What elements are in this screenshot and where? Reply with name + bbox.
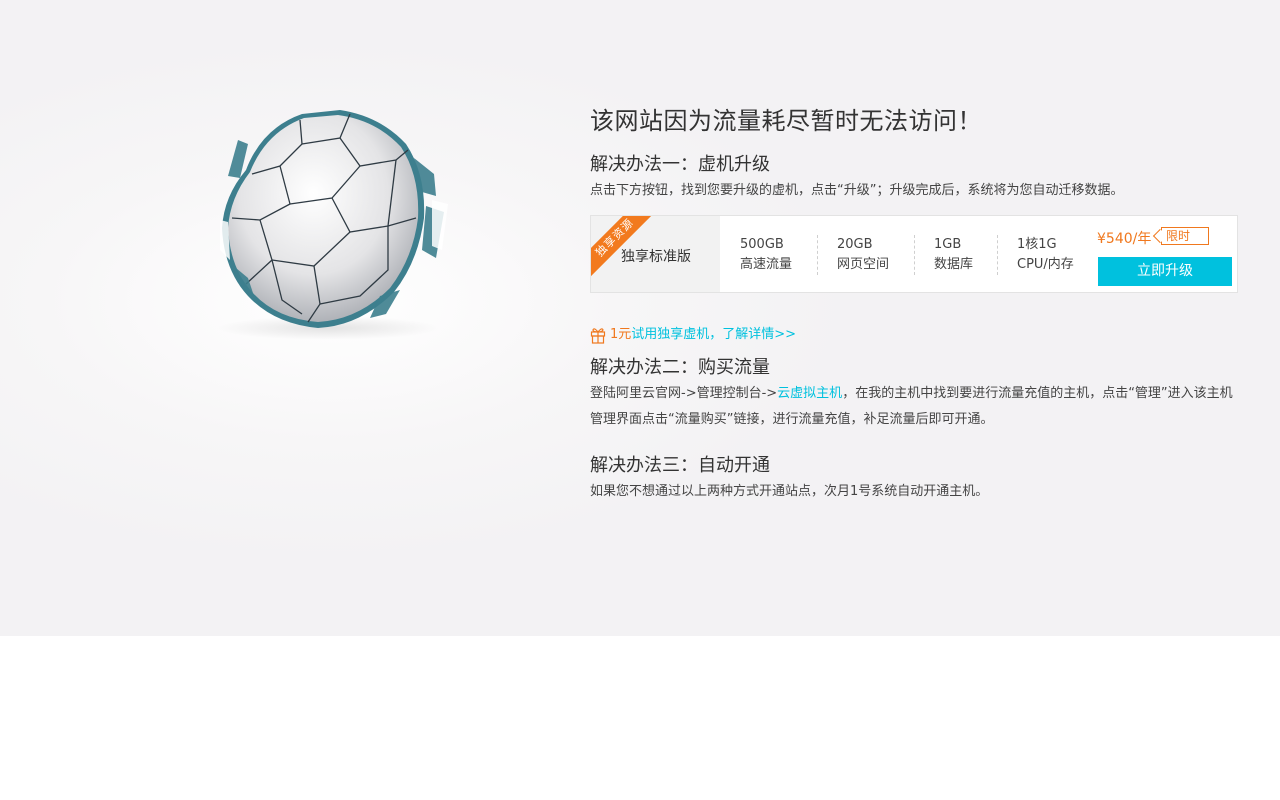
trial-link[interactable]: 试用独享虚机，了解详情>> bbox=[631, 324, 796, 346]
spec-divider bbox=[997, 235, 998, 275]
spec-value: 500GB bbox=[740, 237, 784, 252]
error-page: 该网站因为流量耗尽暂时无法访问！ 解决办法一：虚机升级 点击下方按钮，找到您要升… bbox=[0, 0, 1280, 636]
plan-card: 独享资源 独享标准版 500GB 高速流量 20GB 网页空间 1GB 数据库 … bbox=[590, 215, 1238, 293]
solution2-title: 解决办法二：购买流量 bbox=[590, 357, 770, 378]
solution2-description: 登陆阿里云官网->管理控制台->云虚拟主机，在我的主机中找到要进行流量充值的主机… bbox=[590, 381, 1240, 433]
spec-space: 20GB 网页空间 bbox=[837, 235, 889, 275]
trial-price: 1元 bbox=[610, 327, 632, 342]
broken-sphere-illustration bbox=[210, 100, 460, 340]
spec-value: 1GB bbox=[934, 237, 962, 252]
plan-header: 独享资源 独享标准版 bbox=[591, 216, 720, 292]
spec-divider bbox=[914, 235, 915, 275]
spec-label: 网页空间 bbox=[837, 257, 890, 272]
plan-price: ¥540/年 bbox=[1097, 231, 1152, 247]
solution1-title: 解决办法一：虚机升级 bbox=[590, 154, 770, 175]
upgrade-button[interactable]: 立即升级 bbox=[1098, 257, 1232, 286]
spec-value: 1核1G bbox=[1017, 237, 1057, 252]
limited-time-tag: 限时 bbox=[1161, 227, 1209, 245]
spec-traffic: 500GB 高速流量 bbox=[740, 235, 792, 275]
spec-label: 数据库 bbox=[934, 257, 974, 272]
spec-label: 高速流量 bbox=[740, 257, 793, 272]
solution1-description: 点击下方按钮，找到您要升级的虚机，点击“升级”；升级完成后，系统将为您自动迁移数… bbox=[590, 183, 1124, 198]
solution3-description: 如果您不想通过以上两种方式开通站点，次月1号系统自动开通主机。 bbox=[590, 484, 989, 499]
spec-cpu: 1核1G CPU/内存 bbox=[1017, 235, 1074, 275]
spec-database: 1GB 数据库 bbox=[934, 235, 973, 275]
content-panel: 该网站因为流量耗尽暂时无法访问！ 解决办法一：虚机升级 点击下方按钮，找到您要升… bbox=[590, 104, 1240, 505]
spec-label: CPU/内存 bbox=[1017, 257, 1074, 272]
gift-icon bbox=[590, 326, 606, 344]
page-title: 该网站因为流量耗尽暂时无法访问！ bbox=[590, 107, 982, 135]
spec-divider bbox=[817, 235, 818, 275]
trial-row: 1元 试用独享虚机，了解详情>> bbox=[590, 324, 1240, 346]
solution2-text-part1: 登陆阿里云官网->管理控制台-> bbox=[590, 386, 778, 401]
plan-name: 独享标准版 bbox=[621, 249, 691, 265]
virtual-host-link[interactable]: 云虚拟主机 bbox=[777, 386, 842, 401]
solution3-title: 解决办法三：自动开通 bbox=[590, 455, 770, 476]
spec-value: 20GB bbox=[837, 237, 873, 252]
